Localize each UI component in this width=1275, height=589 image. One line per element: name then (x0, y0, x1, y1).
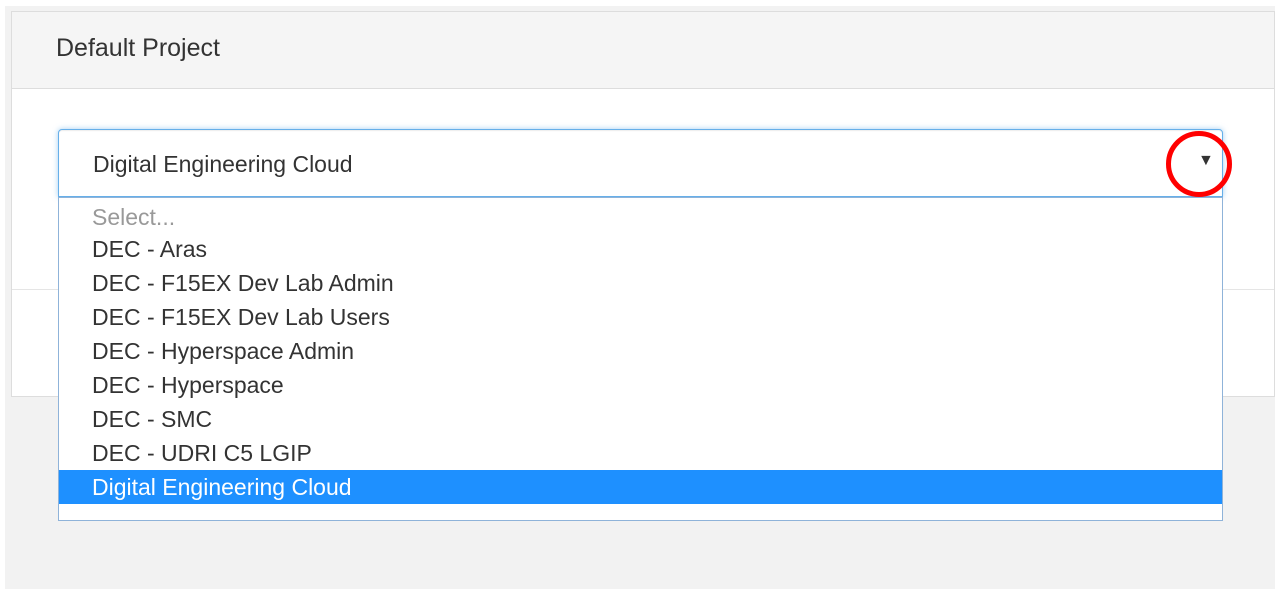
panel-title: Default Project (56, 34, 220, 62)
option-digital-engineering-cloud[interactable]: Digital Engineering Cloud (59, 470, 1222, 504)
triangle-down-icon[interactable]: ▼ (1198, 152, 1214, 170)
option-dec-f15ex-dev-lab-users[interactable]: DEC - F15EX Dev Lab Users (59, 300, 1222, 334)
option-placeholder[interactable]: Select... (59, 202, 1222, 232)
option-dec-smc[interactable]: DEC - SMC (59, 402, 1222, 436)
option-dec-aras[interactable]: DEC - Aras (59, 232, 1222, 266)
project-select[interactable]: Digital Engineering Cloud ▼ (58, 129, 1223, 197)
select-current-value: Digital Engineering Cloud (93, 151, 353, 177)
panel-header: Default Project (12, 12, 1274, 89)
project-dropdown-list[interactable]: Select... DEC - Aras DEC - F15EX Dev Lab… (58, 197, 1223, 521)
option-dec-hyperspace-admin[interactable]: DEC - Hyperspace Admin (59, 334, 1222, 368)
option-dec-f15ex-dev-lab-admin[interactable]: DEC - F15EX Dev Lab Admin (59, 266, 1222, 300)
option-dec-hyperspace[interactable]: DEC - Hyperspace (59, 368, 1222, 402)
option-dec-udri-c5-lgip[interactable]: DEC - UDRI C5 LGIP (59, 436, 1222, 470)
